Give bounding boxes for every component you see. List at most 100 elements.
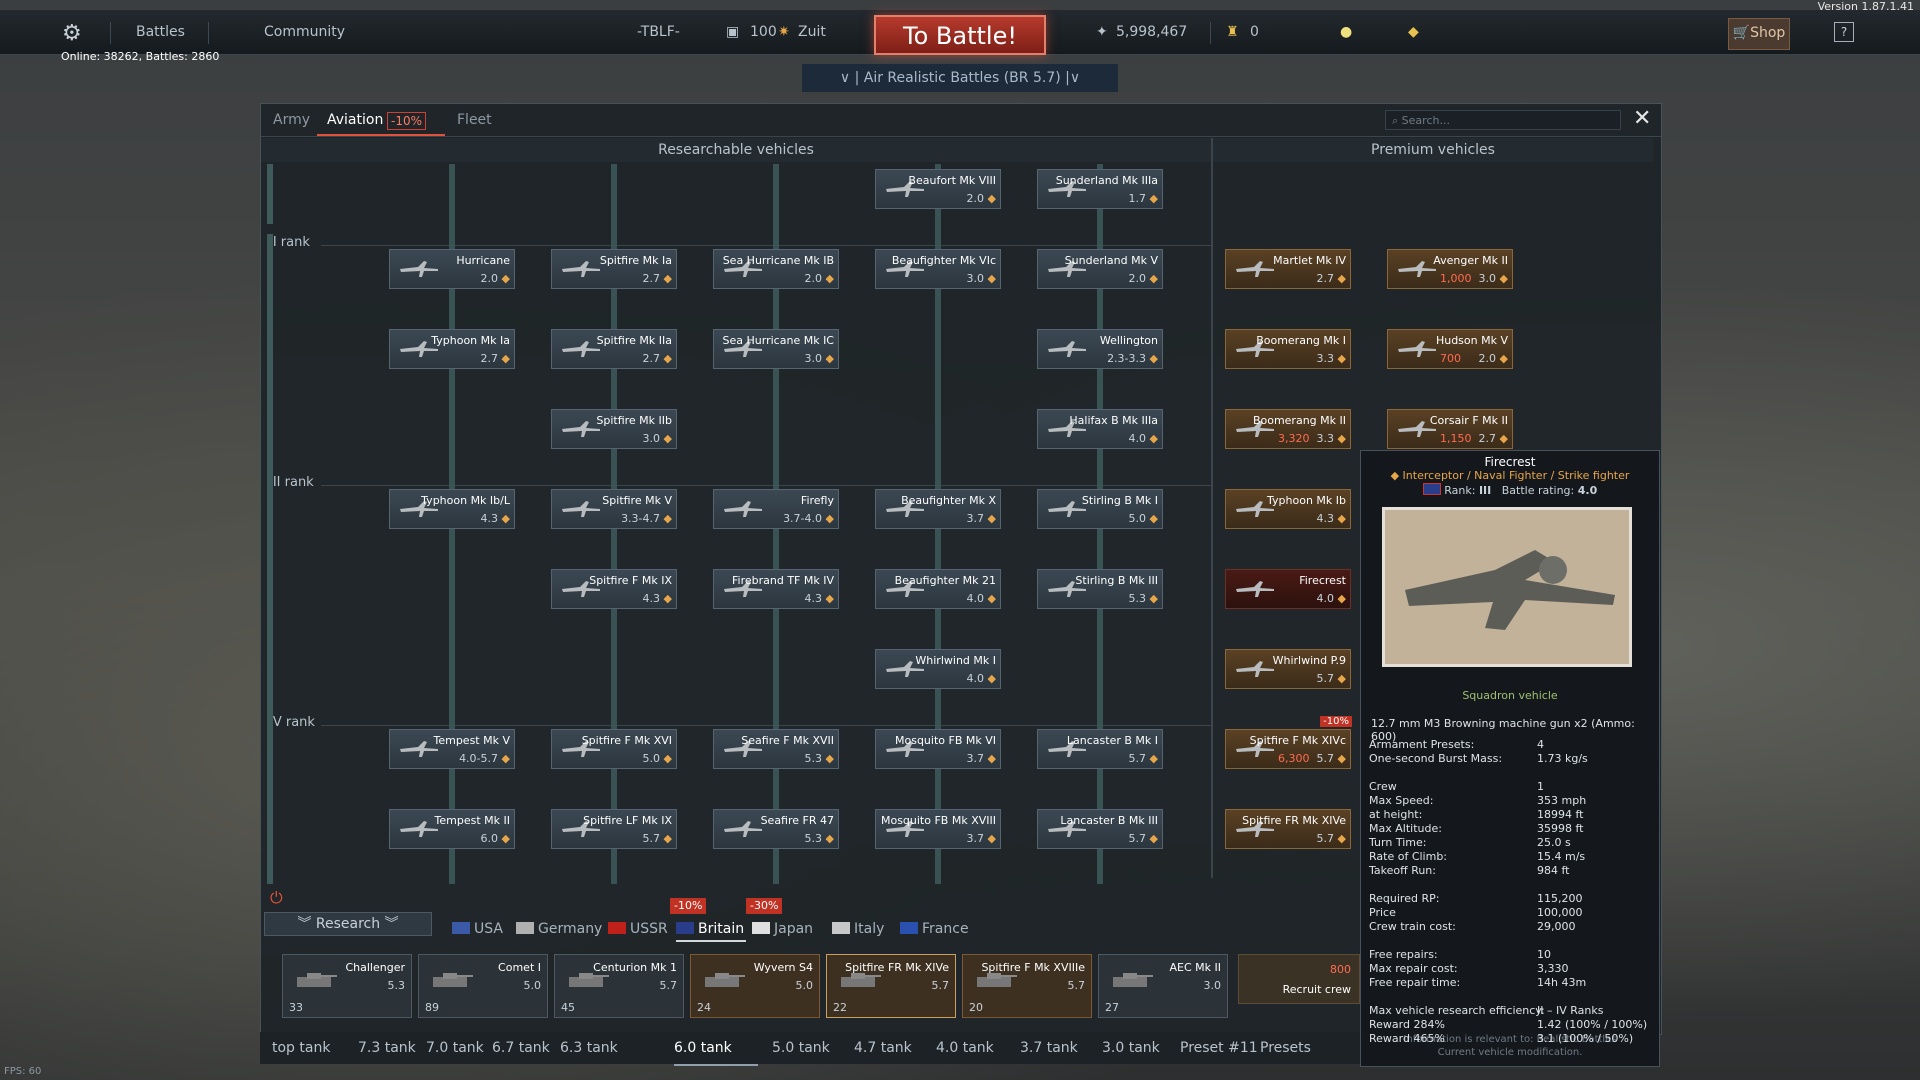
vehicle-card[interactable]: Sea Hurricane Mk IC 3.0 ◆ (713, 329, 839, 369)
crew-slot[interactable]: Spitfire F Mk XVIIIe 5.7 20 (962, 954, 1092, 1018)
vehicle-card[interactable]: Firebrand TF Mk IV 4.3 ◆ (713, 569, 839, 609)
battle-rating: 5.7 (1067, 979, 1086, 992)
vehicle-card[interactable]: Beaufighter Mk 21 4.0 ◆ (875, 569, 1001, 609)
premium-vehicle-card[interactable]: Spitfire F Mk XIVc 6,300 5.7 ◆ -10% (1225, 716, 1352, 769)
nation-tab-usa[interactable]: USA (452, 921, 503, 937)
preset-tab[interactable]: 3.7 tank (1020, 1040, 1078, 1056)
crew-slot[interactable]: Comet I 5.0 89 (418, 954, 548, 1018)
stat-row: Required RP: 115,200 (1369, 892, 1649, 906)
preset-tab[interactable]: 6.7 tank (492, 1040, 550, 1056)
crew-slot[interactable]: Challenger 5.3 33 (282, 954, 412, 1018)
recruit-crew-button[interactable]: 800 Recruit crew (1238, 954, 1360, 1004)
preset-tab[interactable]: Presets (1260, 1040, 1311, 1056)
premium-vehicle-card[interactable]: Spitfire FR Mk XIVe 5.7 ◆ (1225, 809, 1351, 849)
nation-name: USA (474, 921, 503, 937)
rp-icon: ◆ (822, 752, 834, 765)
premium-vehicle-card[interactable]: Boomerang Mk I 3.3 ◆ (1225, 329, 1351, 369)
vehicle-card[interactable]: Spitfire F Mk XVI 5.0 ◆ (551, 729, 677, 769)
search-input[interactable]: ⌕ Search... (1385, 110, 1621, 130)
vehicle-card[interactable]: Spitfire F Mk IX 4.3 ◆ (551, 569, 677, 609)
vehicle-card[interactable]: Mosquito FB Mk XVIII 3.7 ◆ (875, 809, 1001, 849)
crew-slot[interactable]: Spitfire FR Mk XIVe 5.7 22 (826, 954, 956, 1018)
nation-tab-france[interactable]: France (900, 921, 969, 937)
premium-vehicle-card[interactable]: Boomerang Mk II 3,320 3.3 ◆ (1225, 409, 1351, 449)
tab-aviation[interactable]: Aviation (327, 112, 383, 128)
vehicle-card[interactable]: Spitfire Mk IIb 3.0 ◆ (551, 409, 677, 449)
shop-button[interactable]: 🛒Shop (1728, 18, 1790, 50)
close-icon[interactable]: ✕ (1633, 108, 1651, 130)
vehicle-card[interactable]: Stirling B Mk I 5.0 ◆ (1037, 489, 1163, 529)
research-button[interactable]: ︾ Research ︾ (264, 912, 432, 936)
vehicle-card[interactable]: Beaufighter Mk X 3.7 ◆ (875, 489, 1001, 529)
premium-vehicle-card[interactable]: Avenger Mk II 1,000 3.0 ◆ (1387, 249, 1513, 289)
alert-icon[interactable]: ⏻ (270, 888, 283, 908)
br-value: 4.0 (966, 672, 985, 685)
help-button[interactable]: ? (1834, 22, 1854, 42)
vehicle-card[interactable]: Lancaster B Mk I 5.7 ◆ (1037, 729, 1163, 769)
premium-vehicle-card[interactable]: Corsair F Mk II 1,150 2.7 ◆ (1387, 409, 1513, 449)
preset-tab[interactable]: 5.0 tank (772, 1040, 830, 1056)
tab-army[interactable]: Army (273, 112, 310, 128)
preset-tab[interactable]: 6.3 tank (560, 1040, 618, 1056)
preset-tab[interactable]: 3.0 tank (1102, 1040, 1160, 1056)
vehicle-card[interactable]: Spitfire LF Mk IX 5.7 ◆ (551, 809, 677, 849)
preset-tab[interactable]: 7.3 tank (358, 1040, 416, 1056)
vehicle-card[interactable]: Firefly 3.7-4.0 ◆ (713, 489, 839, 529)
premium-vehicle-card[interactable]: Hudson Mk V 700 2.0 ◆ (1387, 329, 1513, 369)
vehicle-card[interactable]: Hurricane 2.0 ◆ (389, 249, 515, 289)
premium-vehicle-card[interactable]: Typhoon Mk Ib 4.3 ◆ (1225, 489, 1351, 529)
premium-vehicle-card[interactable]: Firecrest 4.0 ◆ (1225, 569, 1351, 609)
preset-tab[interactable]: top tank (272, 1040, 330, 1056)
preset-tab[interactable]: 4.0 tank (936, 1040, 994, 1056)
battles-menu[interactable]: Battles (136, 24, 185, 40)
player-name[interactable]: Zuit (798, 24, 826, 40)
gear-icon[interactable]: ⚙ (62, 21, 82, 46)
crew-slot[interactable]: Centurion Mk 1 5.7 45 (554, 954, 684, 1018)
vehicle-card[interactable]: Halifax B Mk IIIa 4.0 ◆ (1037, 409, 1163, 449)
nation-name: Italy (854, 921, 885, 937)
vehicle-card[interactable]: Sunderland Mk V 2.0 ◆ (1037, 249, 1163, 289)
vehicle-card[interactable]: Tempest Mk II 6.0 ◆ (389, 809, 515, 849)
nation-tab-ussr[interactable]: USSR (608, 921, 668, 937)
crew-slot[interactable]: Wyvern S4 5.0 24 (690, 954, 820, 1018)
vehicle-card[interactable]: Sunderland Mk IIIa 1.7 ◆ (1037, 169, 1163, 209)
vehicle-card[interactable]: Beaufighter Mk VIc 3.0 ◆ (875, 249, 1001, 289)
vehicle-card[interactable]: Beaufort Mk VIII 2.0 ◆ (875, 169, 1001, 209)
research-tree[interactable]: II rank III rank IV rank Beaufort Mk VIII 2.… (261, 164, 1211, 884)
vehicle-card[interactable]: Lancaster B Mk III 5.7 ◆ (1037, 809, 1163, 849)
vehicle-card[interactable]: Whirlwind Mk I 4.0 ◆ (875, 649, 1001, 689)
lightbulb-icon[interactable]: ● (1340, 24, 1352, 40)
vehicle-card[interactable]: Spitfire Mk V 3.3-4.7 ◆ (551, 489, 677, 529)
nation-tab-britain[interactable]: Britain (676, 921, 744, 937)
vehicle-card[interactable]: Seafire FR 47 5.3 ◆ (713, 809, 839, 849)
golden-eagles-icon: ♜ (1226, 24, 1239, 40)
battle-rating: 4.0-5.7 ◆ (459, 752, 510, 765)
battle-rating: 3.3-4.7 ◆ (621, 512, 672, 525)
vehicle-card[interactable]: Mosquito FB Mk VI 3.7 ◆ (875, 729, 1001, 769)
vehicle-card[interactable]: Typhoon Mk Ia 2.7 ◆ (389, 329, 515, 369)
preset-tab[interactable]: 7.0 tank (426, 1040, 484, 1056)
vehicle-card[interactable]: Spitfire Mk IIa 2.7 ◆ (551, 329, 677, 369)
vehicle-card[interactable]: Spitfire Mk Ia 2.7 ◆ (551, 249, 677, 289)
vehicle-card[interactable]: Sea Hurricane Mk IB 2.0 ◆ (713, 249, 839, 289)
vehicle-card[interactable]: Stirling B Mk III 5.3 ◆ (1037, 569, 1163, 609)
vehicle-card[interactable]: Wellington 2.3-3.3 ◆ (1037, 329, 1163, 369)
preset-tab[interactable]: Preset #11 (1180, 1040, 1258, 1056)
preset-tab[interactable]: 4.7 tank (854, 1040, 912, 1056)
preset-tab[interactable]: 6.0 tank (674, 1040, 732, 1056)
nation-tab-japan[interactable]: Japan (752, 921, 813, 937)
vehicle-card[interactable]: Tempest Mk V 4.0-5.7 ◆ (389, 729, 515, 769)
to-battle-button[interactable]: To Battle! (874, 15, 1046, 55)
game-mode-selector[interactable]: ∨ | Air Realistic Battles (BR 5.7) |∨ (802, 64, 1118, 92)
vehicle-card[interactable]: Typhoon Mk Ib/L 4.3 ◆ (389, 489, 515, 529)
nation-tab-italy[interactable]: Italy (832, 921, 884, 937)
event-icon[interactable]: ◆ (1408, 24, 1419, 40)
premium-vehicle-card[interactable]: Whirlwind P.9 5.7 ◆ (1225, 649, 1351, 689)
tab-fleet[interactable]: Fleet (457, 112, 492, 128)
community-menu[interactable]: Community (264, 24, 345, 40)
premium-vehicle-card[interactable]: Martlet Mk IV 2.7 ◆ (1225, 249, 1351, 289)
crew-slot[interactable]: AEC Mk II 3.0 27 (1098, 954, 1228, 1018)
nation-tab-germany[interactable]: Germany (516, 921, 602, 937)
vehicle-card[interactable]: Seafire F Mk XVII 5.3 ◆ (713, 729, 839, 769)
nation-name: USSR (630, 921, 668, 937)
